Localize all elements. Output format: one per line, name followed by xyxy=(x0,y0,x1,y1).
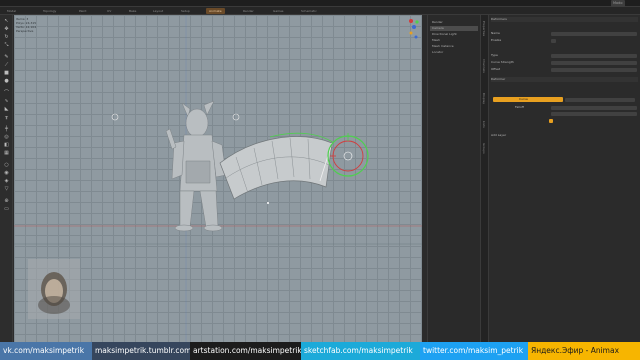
tab-uv[interactable]: UV xyxy=(104,8,114,14)
name-field[interactable] xyxy=(551,31,637,36)
list-item[interactable]: Locator xyxy=(430,50,478,55)
side-tab-strip: Properties Channels Display Lists Groups xyxy=(480,15,488,342)
sphere-icon[interactable]: ● xyxy=(3,79,10,84)
footer-link-twitter[interactable]: twitter.com/maksim_petrik xyxy=(420,342,528,360)
bridge-icon[interactable]: ╥ xyxy=(3,115,10,120)
snap-icon[interactable]: ⊕ xyxy=(3,199,10,204)
falloff-field[interactable] xyxy=(551,105,637,110)
knife-icon[interactable]: ⟋ xyxy=(3,63,10,68)
sculpt-icon[interactable]: ◉ xyxy=(3,171,10,176)
pen-icon[interactable]: ✎ xyxy=(3,55,10,60)
twist-icon[interactable]: ∿ xyxy=(3,99,10,104)
tab-schematic[interactable]: Schematic xyxy=(298,8,320,14)
property-row: Enable xyxy=(491,38,638,43)
orientation-gizmo[interactable] xyxy=(406,18,420,40)
viewport-scene xyxy=(14,15,422,342)
value-field[interactable] xyxy=(551,112,637,116)
property-label: Falloff xyxy=(515,105,524,109)
slice-icon[interactable]: ╪ xyxy=(3,127,10,132)
property-row: Curve Strength xyxy=(491,60,638,65)
add-layer-row[interactable]: Add Layer xyxy=(491,133,638,138)
property-row: Falloff xyxy=(491,105,638,110)
layout-tab-bar: Model Topology Paint UV Bake Layout Setu… xyxy=(0,7,640,15)
property-label: Name xyxy=(491,31,500,35)
smooth-icon[interactable]: ○ xyxy=(3,163,10,168)
paint-icon[interactable]: ◈ xyxy=(3,179,10,184)
locator-icon[interactable] xyxy=(111,113,119,121)
property-row: Type xyxy=(491,53,638,58)
side-tab-display[interactable]: Display xyxy=(482,93,486,104)
list-item[interactable]: Directional Light xyxy=(430,32,478,37)
option-checkbox[interactable] xyxy=(549,119,553,123)
bend-icon[interactable]: ⌒ xyxy=(3,91,10,96)
property-label: Type xyxy=(491,53,498,57)
cube-icon[interactable]: ■ xyxy=(3,71,10,76)
tab-bake[interactable]: Bake xyxy=(126,8,139,14)
bevel-icon[interactable]: ◣ xyxy=(3,107,10,112)
mirror-icon[interactable]: ◧ xyxy=(3,143,10,148)
side-tab-channels[interactable]: Channels xyxy=(482,59,486,73)
pivot-dot xyxy=(267,202,269,204)
locator-icon[interactable] xyxy=(232,113,240,121)
tab-topology[interactable]: Topology xyxy=(40,8,59,14)
tube-mesh[interactable] xyxy=(219,132,335,200)
3d-viewport[interactable]: Items: 3 Polys: 24,315 Verts: 12,104 Per… xyxy=(14,15,422,342)
tab-paint[interactable]: Paint xyxy=(76,8,89,14)
falloff-tab[interactable] xyxy=(565,97,635,102)
app-window: File Edit View Select Modes Texture Rend… xyxy=(0,0,640,360)
left-toolbar: ↖ ✥ ↻ ⤡ ✎ ⟋ ■ ● ⌒ ∿ ◣ ╥ ╪ ◎ ◧ ▦ ○ ◉ ◈ ▽ … xyxy=(0,15,13,342)
side-tab-groups[interactable]: Groups xyxy=(482,143,486,154)
curve-strength-field[interactable] xyxy=(551,60,637,65)
side-tab-properties[interactable]: Properties xyxy=(482,21,486,36)
section-header[interactable]: Deformer xyxy=(491,77,638,82)
workplane-icon[interactable]: ▭ xyxy=(3,207,10,212)
property-label: Offset xyxy=(491,67,501,71)
type-dropdown[interactable] xyxy=(551,53,637,58)
array-icon[interactable]: ▦ xyxy=(3,151,10,156)
reference-image xyxy=(28,259,80,319)
item-list-panel: Render Camera Directional Light Mesh Mes… xyxy=(427,15,480,342)
scale-icon[interactable]: ⤡ xyxy=(3,43,10,48)
tab-render[interactable]: Render xyxy=(240,8,257,14)
property-row: Name xyxy=(491,31,638,36)
side-tab-lists[interactable]: Lists xyxy=(482,121,486,128)
tab-model[interactable]: Model xyxy=(4,8,19,14)
tab-games[interactable]: Games xyxy=(270,8,287,14)
move-icon[interactable]: ✥ xyxy=(3,27,10,32)
tab-layout[interactable]: Layout xyxy=(150,8,166,14)
falloff-icon[interactable]: ▽ xyxy=(3,187,10,192)
menu-bar: File Edit View Select Modes Texture Rend… xyxy=(0,0,640,16)
select-icon[interactable]: ↖ xyxy=(3,19,10,24)
offset-field[interactable] xyxy=(551,67,637,72)
footer-links-bar: vk.com/maksimpetrik maksimpetrik.tumblr.… xyxy=(0,342,640,360)
character-mesh[interactable] xyxy=(165,100,227,232)
properties-header: Deformers xyxy=(491,17,638,22)
loop-icon[interactable]: ◎ xyxy=(3,135,10,140)
enable-checkbox[interactable] xyxy=(551,38,556,43)
transform-gizmo[interactable] xyxy=(327,133,369,177)
footer-link-yandex[interactable]: Яндекс.Эфир - Animax xyxy=(528,342,640,360)
footer-link-tumblr[interactable]: maksimpetrik.tumblr.com xyxy=(92,342,190,360)
footer-link-artstation[interactable]: artstation.com/maksimpetrik xyxy=(190,342,301,360)
property-label: Enable xyxy=(491,38,502,42)
property-row: Offset xyxy=(491,67,638,72)
list-item[interactable]: Mesh xyxy=(430,38,478,43)
properties-panel: Deformers Name Enable Type Curve Strengt… xyxy=(488,15,640,342)
footer-link-vk[interactable]: vk.com/maksimpetrik xyxy=(0,342,92,360)
workspace-label[interactable]: Modo xyxy=(611,0,625,7)
list-item[interactable]: Camera xyxy=(430,26,478,31)
list-item[interactable]: Render xyxy=(430,20,478,25)
tab-setup[interactable]: Setup xyxy=(178,8,193,14)
footer-link-sketchfab[interactable]: sketchfab.com/maksimpetrik xyxy=(301,342,420,360)
rotate-icon[interactable]: ↻ xyxy=(3,35,10,40)
list-item[interactable]: Mesh Instance xyxy=(430,44,478,49)
tab-animate[interactable]: Animate xyxy=(206,8,225,14)
property-label: Curve Strength xyxy=(491,60,514,64)
